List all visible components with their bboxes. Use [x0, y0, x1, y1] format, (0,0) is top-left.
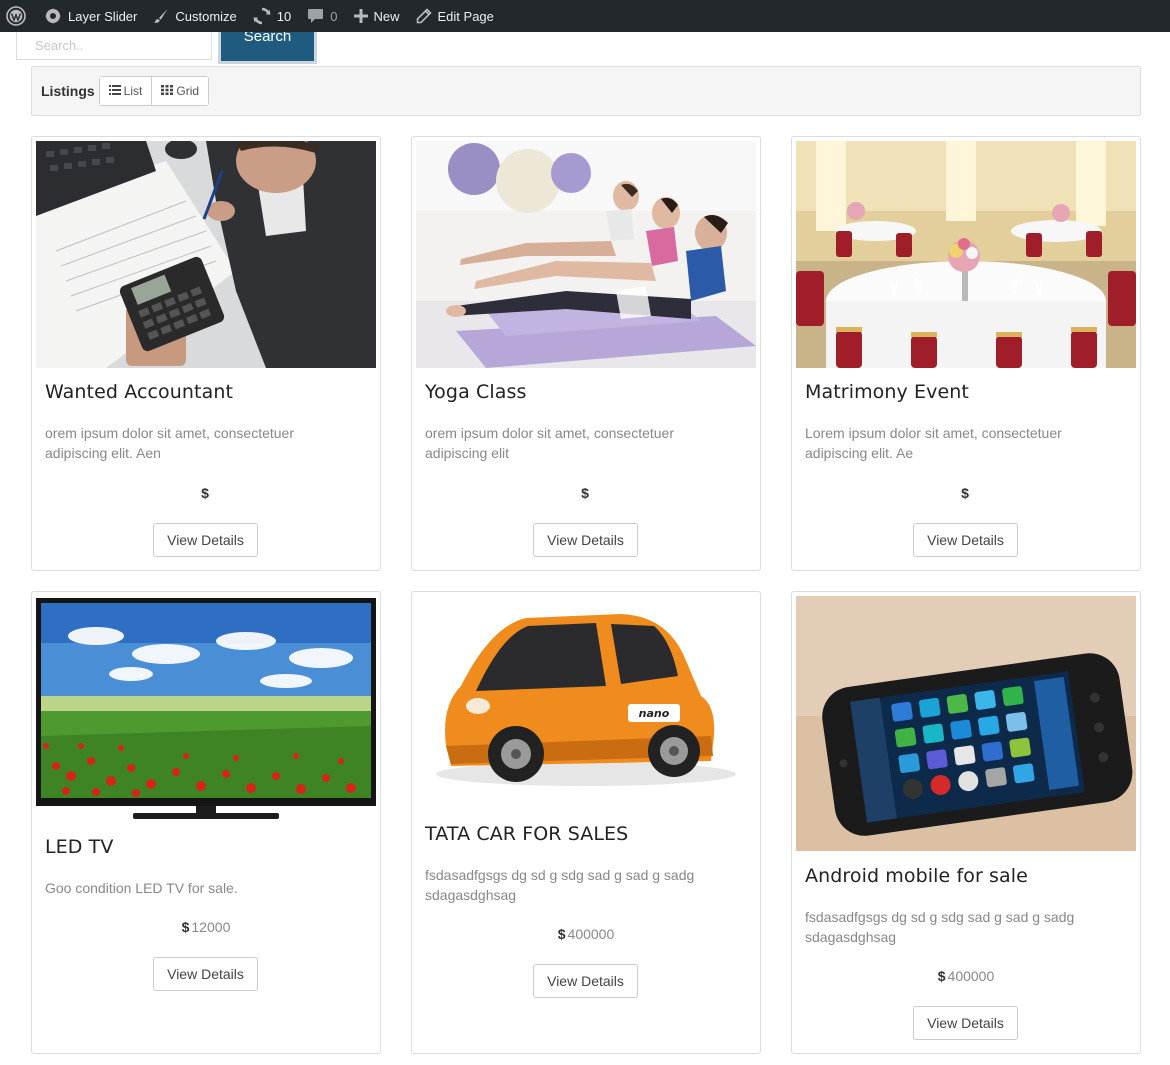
view-details-button[interactable]: View Details: [153, 523, 258, 557]
currency-symbol: $: [201, 485, 209, 501]
listing-price: $: [792, 485, 1140, 501]
listing-price: $: [412, 485, 760, 501]
listing-card: Wanted Accountant orem ipsum dolor sit a…: [31, 136, 381, 571]
svg-text:nano: nano: [639, 707, 670, 720]
site-name-label: Layer Slider: [68, 8, 138, 24]
view-details-button[interactable]: View Details: [533, 964, 638, 998]
listing-image-phone: [796, 596, 1136, 851]
currency-symbol: $: [961, 485, 969, 501]
comments-link[interactable]: 0: [299, 0, 345, 32]
currency-symbol: $: [581, 485, 589, 501]
list-view-label: List: [123, 84, 143, 98]
list-view-button[interactable]: List: [99, 77, 152, 105]
grid-view-label: Grid: [176, 84, 200, 98]
edit-page-label: Edit Page: [437, 8, 494, 24]
pencil-icon: [416, 8, 432, 24]
listings-toolbar: Listings List Grid: [31, 66, 1141, 116]
listing-description: orem ipsum dolor sit amet, consectetuer …: [45, 425, 294, 461]
listing-image-yoga: [416, 141, 756, 368]
wordpress-menu[interactable]: [0, 0, 36, 32]
listing-price: $12000: [32, 919, 380, 935]
list-icon: [108, 84, 124, 98]
price-value: 12000: [191, 919, 231, 935]
listing-description: Goo condition LED TV for sale.: [45, 880, 238, 896]
listing-card: nano TATA CAR FOR SALES fsdasadfgsgs dg …: [411, 591, 761, 1054]
new-content-link[interactable]: New: [346, 0, 408, 32]
grid-view-button[interactable]: Grid: [151, 77, 209, 105]
view-toggle-group: List Grid: [98, 76, 210, 106]
comment-icon: [307, 8, 324, 24]
listing-card: Matrimony Event Lorem ipsum dolor sit am…: [791, 136, 1141, 571]
listing-image-car: nano: [416, 596, 756, 796]
grid-icon: [161, 84, 176, 98]
listing-title[interactable]: Yoga Class: [425, 381, 526, 403]
view-details-button[interactable]: View Details: [913, 523, 1018, 557]
listing-description: Lorem ipsum dolor sit amet, consectetuer…: [805, 425, 1062, 461]
view-details-button[interactable]: View Details: [533, 523, 638, 557]
listing-image-tv: [36, 596, 376, 823]
listing-card: LED TV Goo condition LED TV for sale. $1…: [31, 591, 381, 1054]
currency-symbol: $: [937, 968, 946, 984]
comments-count: 0: [330, 8, 338, 24]
edit-page-link[interactable]: Edit Page: [408, 0, 502, 32]
listing-description: orem ipsum dolor sit amet, consectetuer …: [425, 425, 674, 461]
updates-icon: [253, 7, 271, 25]
updates-count: 10: [276, 8, 292, 24]
listing-title[interactable]: LED TV: [45, 836, 113, 858]
listings-title: Listings: [41, 83, 95, 99]
listing-title[interactable]: Wanted Accountant: [45, 381, 233, 403]
home-icon: [44, 8, 62, 24]
price-value: 400000: [947, 968, 995, 984]
listing-description: fsdasadfgsgs dg sd g sdg sad g sad g sad…: [805, 909, 1075, 945]
view-details-button[interactable]: View Details: [913, 1006, 1018, 1040]
wordpress-icon: [6, 6, 26, 26]
listing-price: $400000: [412, 926, 760, 942]
price-value: 400000: [567, 926, 615, 942]
listing-description: fsdasadfgsgs dg sd g sdg sad g sad g sad…: [425, 867, 695, 903]
admin-bar: Layer Slider Customize 10 0 New Edit Pag…: [0, 0, 1170, 32]
currency-symbol: $: [181, 919, 190, 935]
plus-icon: [353, 9, 368, 23]
listing-title[interactable]: Matrimony Event: [805, 381, 969, 403]
listing-image-event: [796, 141, 1136, 368]
listing-image-accountant: [36, 141, 376, 368]
listing-title[interactable]: Android mobile for sale: [805, 865, 1028, 887]
listing-title[interactable]: TATA CAR FOR SALES: [425, 823, 628, 845]
customize-label: Customize: [175, 8, 237, 24]
new-label: New: [373, 8, 400, 24]
updates-link[interactable]: 10: [245, 0, 299, 32]
listing-card: Android mobile for sale fsdasadfgsgs dg …: [791, 591, 1141, 1054]
currency-symbol: $: [557, 926, 566, 942]
customize-link[interactable]: Customize: [145, 0, 244, 32]
listing-card: Yoga Class orem ipsum dolor sit amet, co…: [411, 136, 761, 571]
view-details-button[interactable]: View Details: [153, 957, 258, 991]
brush-icon: [153, 8, 169, 24]
listing-price: $400000: [792, 968, 1140, 984]
listing-price: $: [32, 485, 380, 501]
site-name-link[interactable]: Layer Slider: [36, 0, 145, 32]
